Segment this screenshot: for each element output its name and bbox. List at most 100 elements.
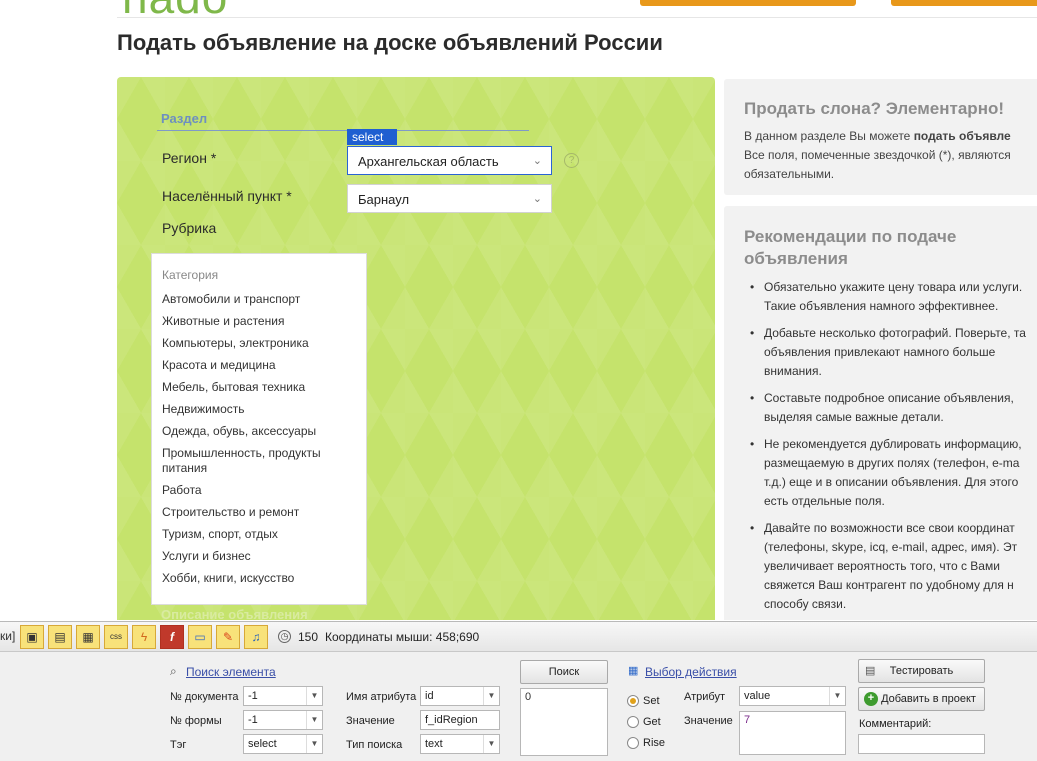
test-button[interactable]: ▤ Тестировать xyxy=(858,659,985,683)
comment-input[interactable] xyxy=(858,734,985,754)
image-icon[interactable]: ▣ xyxy=(20,625,44,649)
value-input[interactable]: f_idRegion xyxy=(420,710,500,730)
category-item[interactable]: Недвижимость xyxy=(162,402,358,417)
flash-icon[interactable]: f xyxy=(160,625,184,649)
music-icon[interactable]: ♫ xyxy=(244,625,268,649)
add-to-project-button[interactable]: + Добавить в проект xyxy=(858,687,985,711)
info-card: Продать слона? Элементарно! В данном раз… xyxy=(724,79,1037,195)
search-button[interactable]: Поиск xyxy=(520,660,608,684)
radio-get-label: Get xyxy=(643,716,661,728)
radio-get[interactable] xyxy=(627,716,639,728)
region-select-value: Архангельская область xyxy=(358,154,499,169)
category-item[interactable]: Одежда, обувь, аксессуары xyxy=(162,424,358,439)
value-label: Значение xyxy=(346,715,395,727)
chevron-down-icon: ⌄ xyxy=(532,155,542,167)
toolbar-edge-text: ки] xyxy=(0,629,16,643)
recommendation-item: Обязательно укажите цену товара или услу… xyxy=(744,278,1037,316)
timer-counter: 150 xyxy=(298,630,319,644)
recommendation-item: Добавьте несколько фотографий. Поверьте,… xyxy=(744,324,1037,381)
attr-name-select[interactable]: id ▼ xyxy=(420,686,500,706)
category-item[interactable]: Услуги и бизнес xyxy=(162,549,358,564)
recommendation-item: Не рекомендуется дублировать информацию,… xyxy=(744,435,1037,511)
category-item[interactable]: Работа xyxy=(162,483,358,498)
monitor-icon[interactable]: ▭ xyxy=(188,625,212,649)
category-item[interactable]: Автомобили и транспорт xyxy=(162,292,358,307)
site-logo[interactable]: nado xyxy=(122,0,228,24)
section-title: Раздел xyxy=(161,111,208,126)
category-item[interactable]: Красота и медицина xyxy=(162,358,358,373)
category-item[interactable]: Хобби, книги, искусство xyxy=(162,571,358,586)
value-input-text: f_idRegion xyxy=(425,714,478,726)
help-icon[interactable]: ? xyxy=(564,153,579,168)
radio-rise[interactable] xyxy=(627,737,639,749)
element-inspector-panel: ки] ▣ ▤ ▦ css ϟ f ▭ ✎ ♫ ◷ 150 Координаты… xyxy=(0,621,1037,761)
info-card-title: Продать слона? Элементарно! xyxy=(744,99,1005,118)
attr-name-value: id xyxy=(425,690,434,702)
radio-set[interactable] xyxy=(627,695,639,707)
attr-name-label: Имя атрибута xyxy=(346,691,417,703)
category-dropdown[interactable]: Категория Автомобили и транспорт Животны… xyxy=(151,253,367,605)
palette-icon: ▦ xyxy=(628,665,639,677)
header-button-2[interactable] xyxy=(891,0,1037,6)
dropdown-arrow-icon: ▼ xyxy=(483,687,499,705)
search-icon: ⌕ xyxy=(170,664,177,678)
action-value-text: 7 xyxy=(744,714,751,726)
clock-icon: ◷ xyxy=(278,630,291,643)
tag-value: select xyxy=(248,738,277,750)
chevron-down-icon: ⌄ xyxy=(532,193,542,205)
search-type-value: text xyxy=(425,738,443,750)
plus-icon: + xyxy=(864,692,878,706)
doc-no-label: № документа xyxy=(170,691,239,703)
doc-no-value: -1 xyxy=(248,690,258,702)
dropdown-arrow-icon: ▼ xyxy=(306,735,322,753)
recommendations-list: Обязательно укажите цену товара или услу… xyxy=(744,278,1037,614)
form-no-select[interactable]: -1 ▼ xyxy=(243,710,323,730)
attribute-select[interactable]: value ▼ xyxy=(739,686,846,706)
results-list[interactable]: 0 xyxy=(520,688,608,756)
category-item[interactable]: Строительство и ремонт xyxy=(162,505,358,520)
category-item[interactable]: Компьютеры, электроника xyxy=(162,336,358,351)
mouse-coordinates: Координаты мыши: 458;690 xyxy=(325,630,480,644)
region-select[interactable]: Архангельская область ⌄ xyxy=(347,146,552,175)
tag-select[interactable]: select ▼ xyxy=(243,734,323,754)
category-item[interactable]: Промышленность, продукты питания xyxy=(162,446,358,476)
recommendations-card: Рекомендации по подаче объявления Обязат… xyxy=(724,206,1037,620)
search-type-label: Тип поиска xyxy=(346,739,403,751)
action-value-input[interactable]: 7 xyxy=(739,711,846,755)
ad-form-panel: Раздел select Регион * Архангельская обл… xyxy=(117,77,715,620)
results-value: 0 xyxy=(525,691,532,703)
web-page: nado Подать объявление на доске объявлен… xyxy=(0,0,1037,620)
add-button-label: Добавить в проект xyxy=(881,693,976,705)
recommendation-item: Давайте по возможности все свои координа… xyxy=(744,519,1037,614)
city-select[interactable]: Барнаул ⌄ xyxy=(347,184,552,213)
header-button-1[interactable] xyxy=(640,0,856,6)
info-text-bold: подать объявле xyxy=(913,129,1011,143)
doc-no-select[interactable]: -1 ▼ xyxy=(243,686,323,706)
find-element-link[interactable]: Поиск элемента xyxy=(186,665,276,679)
dropdown-arrow-icon: ▼ xyxy=(306,711,322,729)
attribute-label: Атрибут xyxy=(684,691,725,703)
form-no-value: -1 xyxy=(248,714,258,726)
category-item[interactable]: Мебель, бытовая техника xyxy=(162,380,358,395)
brush-icon[interactable]: ✎ xyxy=(216,625,240,649)
test-button-label: Тестировать xyxy=(889,665,954,677)
search-type-select[interactable]: text ▼ xyxy=(420,734,500,754)
window-icon[interactable]: ▤ xyxy=(48,625,72,649)
action-value-label: Значение xyxy=(684,715,733,727)
attribute-value: value xyxy=(744,690,771,702)
action-select-link[interactable]: Выбор действия xyxy=(645,665,737,679)
info-card-line2: Все поля, помеченные звездочкой (*), явл… xyxy=(744,148,1011,181)
inspector-toolbar: ки] ▣ ▤ ▦ css ϟ f ▭ ✎ ♫ ◷ 150 Координаты… xyxy=(0,622,1037,652)
info-text: В данном разделе Вы можете xyxy=(744,129,914,143)
category-item[interactable]: Туризм, спорт, отдых xyxy=(162,527,358,542)
category-item[interactable]: Животные и растения xyxy=(162,314,358,329)
css-icon[interactable]: css xyxy=(104,625,128,649)
radio-set-label: Set xyxy=(643,695,660,707)
lightning-icon[interactable]: ϟ xyxy=(132,625,156,649)
info-card-line1: В данном разделе Вы можете подать объявл… xyxy=(744,127,1037,146)
category-list: Автомобили и транспорт Животные и растен… xyxy=(162,292,358,593)
category-heading: Категория xyxy=(162,268,219,282)
description-label: Описание объявления xyxy=(161,607,308,620)
city-select-value: Барнаул xyxy=(358,192,410,207)
frame-icon[interactable]: ▦ xyxy=(76,625,100,649)
